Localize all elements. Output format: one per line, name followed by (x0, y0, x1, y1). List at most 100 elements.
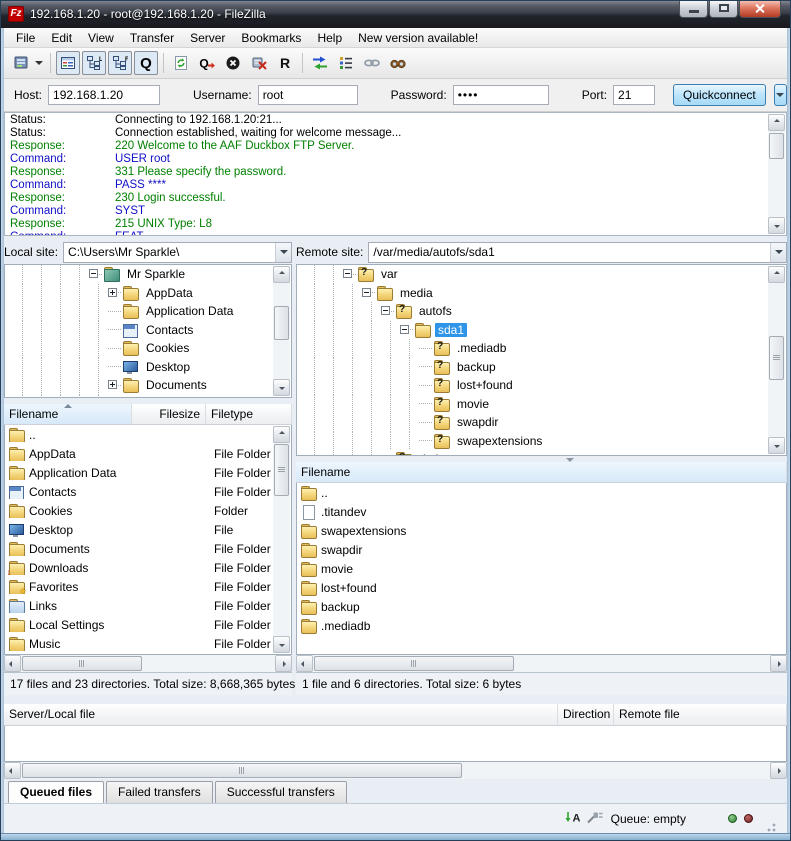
scroll-up-button[interactable] (768, 114, 785, 131)
combo-dropdown-button[interactable] (770, 243, 786, 262)
file-row[interactable]: .mediadb (297, 616, 786, 635)
tree-item[interactable]: ?movie (297, 395, 786, 414)
tree-item[interactable]: AppData (5, 284, 291, 303)
file-row[interactable]: ★FavoritesFile Folder (5, 577, 291, 596)
file-row[interactable]: LinksFile Folder (5, 596, 291, 615)
scrollbar-thumb[interactable] (274, 306, 289, 340)
quickconnect-button[interactable]: Quickconnect (673, 84, 766, 106)
menu-item-file[interactable]: File (8, 29, 43, 47)
refresh-button[interactable] (169, 51, 193, 75)
scroll-right-button[interactable] (770, 762, 787, 779)
menu-item-transfer[interactable]: Transfer (122, 29, 182, 47)
scroll-left-button[interactable] (296, 655, 313, 672)
file-row[interactable]: MusicFile Folder (5, 634, 291, 653)
tree-item[interactable]: Documents (5, 376, 291, 395)
local-site-combo[interactable]: C:\Users\Mr Sparkle\ (63, 242, 292, 263)
tree-item[interactable]: Mr Sparkle (5, 265, 291, 284)
quickconnect-dropdown-button[interactable] (774, 84, 787, 106)
file-row[interactable]: swapextensions (297, 521, 786, 540)
collapse-icon[interactable] (362, 288, 371, 297)
reconnect-button[interactable]: R (273, 51, 297, 75)
pane-collapse-arrow-icon[interactable] (566, 458, 574, 462)
title-bar[interactable]: Fz 192.168.1.20 - root@192.168.1.20 - Fi… (0, 0, 791, 28)
tree-item[interactable]: ?backup (297, 358, 786, 377)
local-list-hscrollbar[interactable] (4, 655, 292, 672)
menu-item-server[interactable]: Server (182, 29, 233, 47)
scrollbar-thumb[interactable] (22, 763, 462, 778)
file-row[interactable]: ContactsFile Folder (5, 482, 291, 501)
compare-directories-button[interactable] (308, 51, 332, 75)
scrollbar-thumb[interactable] (22, 656, 142, 671)
log-scrollbar[interactable] (768, 114, 785, 234)
collapse-icon[interactable] (89, 269, 98, 278)
tab-successful-transfers[interactable]: Successful transfers (215, 781, 347, 804)
toggle-local-tree-button[interactable]: L (82, 51, 106, 75)
file-row[interactable]: lost+found (297, 578, 786, 597)
file-row[interactable]: .titandev (297, 502, 786, 521)
synchronized-browsing-button[interactable] (360, 51, 384, 75)
tree-item[interactable]: Contacts (5, 321, 291, 340)
expand-icon[interactable] (108, 380, 117, 389)
column-header-filename[interactable]: Filename (4, 404, 132, 424)
tab-failed-transfers[interactable]: Failed transfers (106, 781, 213, 804)
cancel-button[interactable] (221, 51, 245, 75)
queue-hscrollbar[interactable] (4, 762, 787, 779)
tree-item[interactable]: sda1 (297, 321, 786, 340)
minimize-button[interactable] (679, 0, 708, 18)
username-input[interactable] (258, 85, 358, 105)
column-header-filetype[interactable]: Filetype (206, 404, 292, 424)
remote-tree-scrollbar[interactable] (768, 266, 785, 454)
column-header-filename[interactable]: Filename (296, 462, 787, 482)
tree-item[interactable]: ↓Downloads (5, 395, 291, 399)
file-row[interactable]: Local SettingsFile Folder (5, 615, 291, 634)
file-row[interactable]: CookiesFolder (5, 501, 291, 520)
tree-item[interactable]: ?lost+found (297, 376, 786, 395)
remote-site-combo[interactable]: /var/media/autofs/sda1 (368, 242, 787, 263)
port-input[interactable] (613, 85, 655, 105)
file-row[interactable]: DocumentsFile Folder (5, 539, 291, 558)
file-row[interactable]: .. (5, 425, 291, 444)
expand-icon[interactable] (108, 288, 117, 297)
column-header-direction[interactable]: Direction (558, 704, 614, 725)
menu-item-edit[interactable]: Edit (43, 29, 80, 47)
password-input[interactable] (453, 85, 549, 105)
tree-item[interactable]: Cookies (5, 339, 291, 358)
tree-item[interactable]: media (297, 284, 786, 303)
remote-list-hscrollbar[interactable] (296, 655, 787, 672)
file-row[interactable]: ↓DownloadsFile Folder (5, 558, 291, 577)
scrollbar-thumb[interactable] (274, 444, 289, 496)
file-row[interactable]: DesktopFile (5, 520, 291, 539)
resize-grip[interactable] (764, 820, 777, 833)
find-button[interactable] (386, 51, 410, 75)
collapse-icon[interactable] (400, 325, 409, 334)
scroll-up-button[interactable] (768, 266, 785, 283)
scroll-down-button[interactable] (768, 217, 785, 234)
scrollbar-thumb[interactable] (769, 336, 784, 380)
scroll-up-button[interactable] (273, 266, 290, 283)
scrollbar-thumb[interactable] (769, 133, 784, 159)
process-queue-button[interactable]: Q (195, 51, 219, 75)
file-row[interactable]: movie (297, 559, 786, 578)
scroll-left-button[interactable] (4, 762, 21, 779)
tree-item[interactable]: ?autofs (297, 302, 786, 321)
scroll-up-button[interactable] (273, 426, 290, 443)
menu-item-new-version-available[interactable]: New version available! (350, 29, 486, 47)
scroll-down-button[interactable] (768, 437, 785, 454)
menu-item-bookmarks[interactable]: Bookmarks (233, 29, 309, 47)
toggle-remote-tree-button[interactable]: F (108, 51, 132, 75)
column-header-remote-file[interactable]: Remote file (614, 704, 787, 725)
disconnected-icon[interactable] (586, 810, 604, 827)
local-list-scrollbar[interactable] (273, 426, 290, 653)
host-input[interactable] (48, 85, 160, 105)
scroll-right-button[interactable] (275, 655, 292, 672)
column-header-server-local-file[interactable]: Server/Local file (4, 704, 558, 725)
collapse-icon[interactable] (343, 269, 352, 278)
tree-item[interactable]: Desktop (5, 358, 291, 377)
transfer-type-icon[interactable]: A (564, 810, 582, 827)
tree-item[interactable]: ?.mediadb (297, 339, 786, 358)
column-header-filesize[interactable]: Filesize (132, 404, 206, 424)
filter-button[interactable] (334, 51, 358, 75)
file-row[interactable]: AppDataFile Folder (5, 444, 291, 463)
file-row[interactable]: swapdir (297, 540, 786, 559)
scroll-down-button[interactable] (273, 379, 290, 396)
